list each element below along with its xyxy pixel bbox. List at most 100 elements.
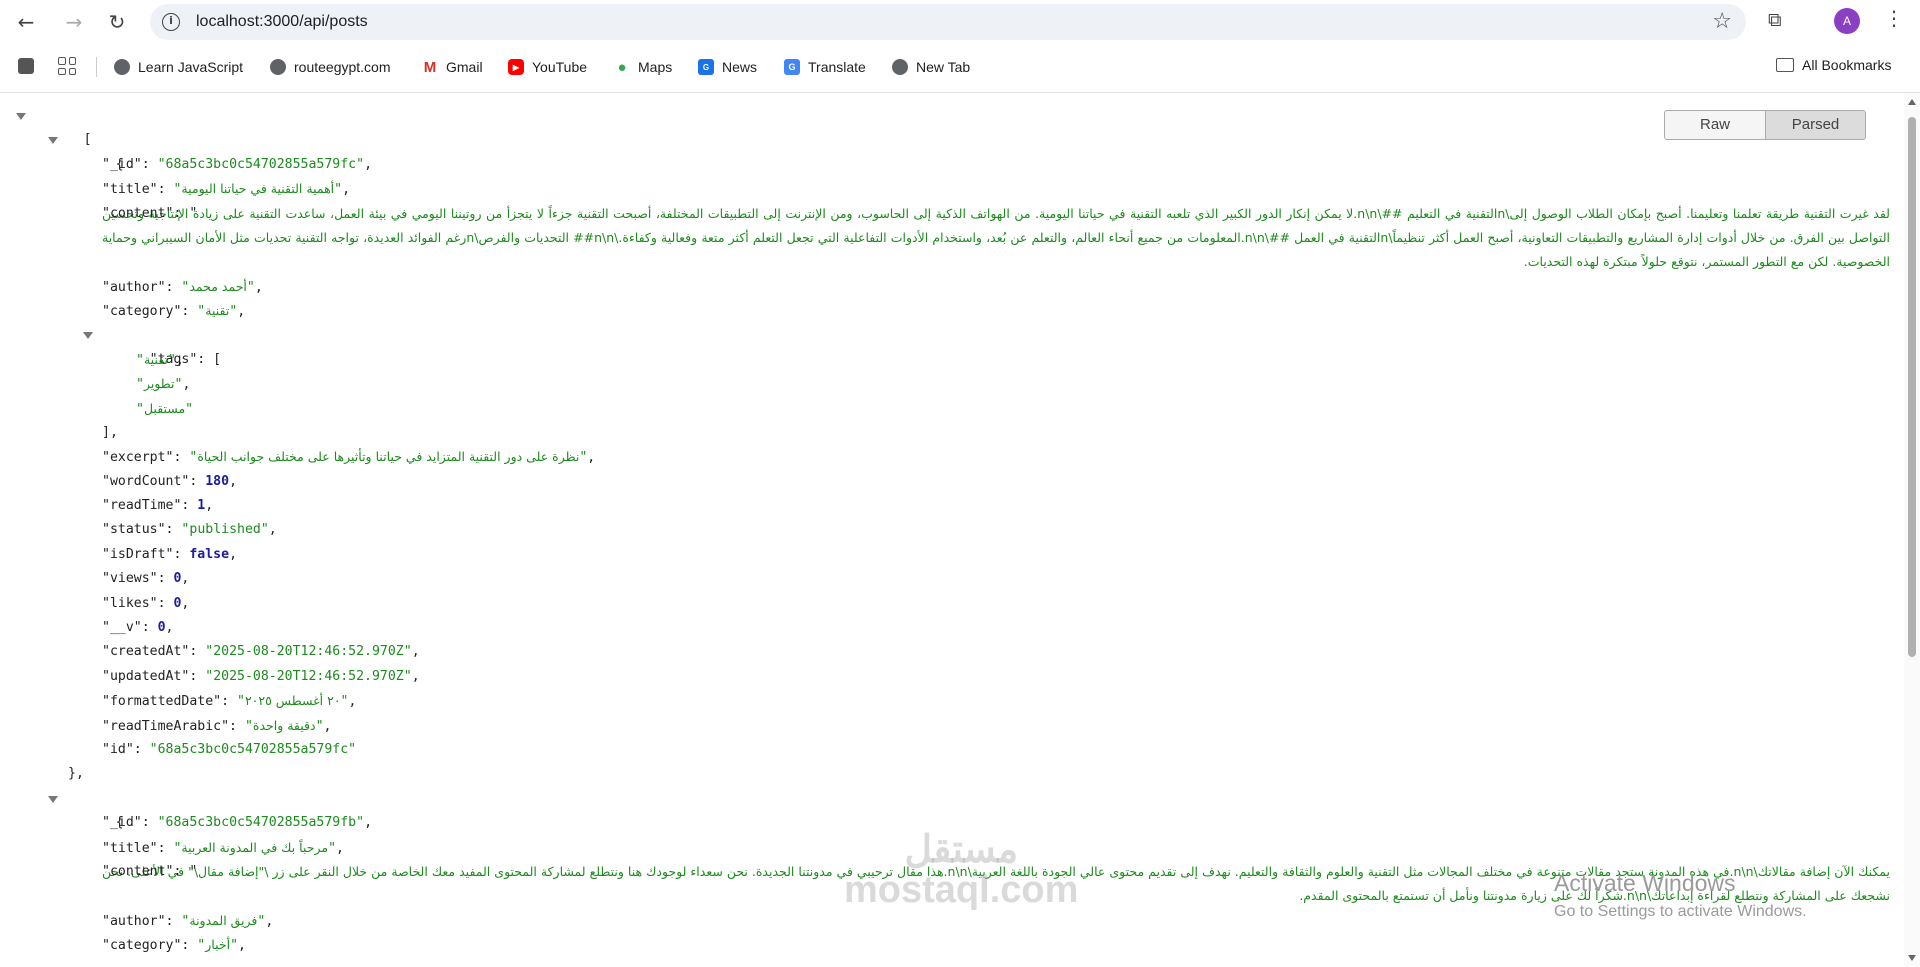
page-scrollbar[interactable]	[1904, 93, 1920, 967]
bookmark-label: Learn JavaScript	[138, 59, 244, 75]
value: دقيقة واحدة	[252, 717, 316, 733]
json-field-title: "title": "أهمية التقنية في حياتنا اليومي…	[102, 181, 351, 198]
collapse-arrow-icon[interactable]	[48, 795, 58, 803]
value: تطوير	[143, 376, 175, 392]
bookmark-label: News	[722, 59, 758, 75]
json-field-category: "category": "تقنية",	[102, 302, 246, 319]
json-field-author: "author": "أحمد محمد",	[102, 278, 263, 295]
bookmark-label: Gmail	[446, 59, 483, 75]
json-field-status: "status": "published",	[102, 522, 277, 538]
json-field-wordCount: "wordCount": 180,	[102, 473, 238, 489]
value: 68a5c3bc0c54702855a579fb	[165, 815, 357, 831]
json-array-item: "تقنية",	[136, 351, 184, 368]
value: فريق المدونة	[189, 912, 258, 928]
bookmark-label: routeegypt.com	[294, 59, 391, 75]
bookmarks-divider	[96, 57, 97, 77]
bookmark-label: Translate	[808, 59, 866, 75]
more-menu-icon[interactable]: ⋮	[1884, 6, 1904, 30]
bookmark-learn-javascript[interactable]: Learn JavaScript	[114, 57, 243, 77]
json-field-content: "content": " لقد غيرت التقنية طريقة تعلم…	[0, 202, 1904, 275]
value: نظرة على دور التقنية المتزايد في حياتنا …	[197, 449, 580, 465]
bookmark-label: YouTube	[532, 59, 588, 75]
collapse-arrow-icon[interactable]	[48, 137, 58, 145]
news-icon: G	[698, 59, 714, 75]
activate-windows-overlay: Activate Windows Go to Settings to activ…	[1554, 870, 1807, 921]
all-bookmarks-button[interactable]: All Bookmarks	[1776, 57, 1891, 73]
value: لقد غيرت التقنية طريقة تعلمنا وتعليمنا. …	[102, 205, 1890, 270]
json-field-formattedDate: "formattedDate": "٢٠ أغسطس ٢٠٢٥",	[102, 693, 357, 710]
activate-windows-title: Activate Windows	[1554, 870, 1736, 896]
apps-grid-icon[interactable]	[58, 57, 76, 75]
json-field-readTime: "readTime": 1,	[102, 498, 214, 514]
value: 2025-08-20T12:46:52.970Z	[213, 668, 404, 684]
site-info-icon[interactable]: i	[162, 13, 180, 31]
value: أهمية التقنية في حياتنا اليومية	[181, 181, 335, 197]
address-bar[interactable]: i localhost:3000/api/posts ☆	[150, 4, 1746, 40]
side-panel-icon[interactable]	[18, 58, 34, 74]
value: أحمد محمد	[189, 278, 247, 294]
json-field-updatedAt: "updatedAt": "2025-08-20T12:46:52.970Z",	[102, 668, 420, 684]
bookmark-news[interactable]: G News	[698, 57, 757, 77]
scroll-up-arrow-icon[interactable]	[1908, 99, 1916, 105]
json-field-_id: "_id": "68a5c3bc0c54702855a579fc",	[102, 156, 373, 172]
json-array-item: "مستقبل"	[136, 400, 194, 417]
json-object-close: },	[68, 766, 84, 782]
scroll-down-arrow-icon[interactable]	[1908, 955, 1916, 961]
watermark-line1: مستقل	[904, 829, 1019, 871]
url-text[interactable]: localhost:3000/api/posts	[196, 13, 368, 31]
json-field-category: "category": "أخبار",	[102, 937, 246, 954]
json-field-isDraft: "isDraft": false,	[102, 546, 238, 562]
json-object-open: {	[0, 128, 1904, 172]
json-array-item: "تطوير",	[136, 376, 191, 393]
value: ٢٠ أغسطس ٢٠٢٥	[244, 693, 341, 709]
bookmark-youtube[interactable]: ▶ YouTube	[508, 57, 587, 77]
watermark-line2: mostaql.com	[844, 869, 1079, 911]
translate-icon: G	[784, 59, 800, 75]
bookmark-star-icon[interactable]: ☆	[1712, 9, 1732, 34]
scrollbar-thumb[interactable]	[1908, 117, 1916, 657]
collapse-arrow-icon[interactable]	[16, 113, 26, 120]
value: 2025-08-20T12:46:52.970Z	[213, 644, 404, 660]
bookmark-translate[interactable]: G Translate	[784, 57, 866, 77]
bookmarks-bar: Learn JavaScript routeegypt.com M Gmail …	[0, 50, 1920, 84]
json-field-readTimeArabic: "readTimeArabic": "دقيقة واحدة",	[102, 717, 332, 734]
value: تقنية	[205, 302, 230, 318]
json-field-excerpt: "excerpt": "نظرة على دور التقنية المتزاي…	[102, 449, 596, 466]
watermark-logo: مستقل mostaql.com	[844, 830, 1078, 910]
globe-icon	[114, 59, 130, 75]
youtube-icon: ▶	[508, 59, 524, 75]
maps-icon: ●	[617, 58, 627, 76]
collapse-arrow-icon[interactable]	[83, 332, 93, 340]
value: تقنية	[143, 351, 169, 367]
value: false	[189, 546, 230, 562]
all-bookmarks-label: All Bookmarks	[1802, 57, 1892, 73]
value: 68a5c3bc0c54702855a579fc	[165, 156, 357, 172]
value: 68a5c3bc0c54702855a579fc	[157, 741, 349, 757]
json-array-close: ],	[102, 424, 118, 440]
bookmark-routeegypt[interactable]: routeegypt.com	[270, 57, 391, 77]
back-arrow-icon[interactable]: ←	[12, 8, 40, 36]
gmail-icon: M	[423, 58, 437, 76]
json-root-open: [	[0, 104, 1904, 147]
bookmark-new-tab[interactable]: New Tab	[892, 57, 970, 77]
bookmark-label: New Tab	[916, 59, 971, 75]
bookmark-label: Maps	[638, 59, 673, 75]
globe-icon	[892, 59, 908, 75]
value: 0	[157, 620, 166, 636]
extensions-puzzle-icon[interactable]: ⧉	[1768, 9, 1792, 33]
value: مستقبل	[143, 400, 186, 416]
browser-toolbar: ← → ↻ i localhost:3000/api/posts ☆ ⧉ A ⋮	[0, 0, 1920, 44]
json-field-tags: "tags": [	[0, 958, 1904, 967]
profile-avatar[interactable]: A	[1834, 8, 1860, 34]
value: مرحباً بك في المدونة العربية	[181, 839, 329, 855]
value: 180	[205, 473, 230, 489]
json-field-views: "views": 0,	[102, 571, 190, 587]
bookmark-gmail[interactable]: M Gmail	[422, 57, 483, 77]
json-field-createdAt: "createdAt": "2025-08-20T12:46:52.970Z",	[102, 644, 420, 660]
value: published	[189, 522, 261, 538]
globe-icon	[270, 59, 286, 75]
reload-icon[interactable]: ↻	[103, 8, 131, 36]
forward-arrow-icon[interactable]: →	[60, 8, 88, 36]
activate-windows-subtitle: Go to Settings to activate Windows.	[1554, 903, 1807, 920]
bookmark-maps[interactable]: ● Maps	[614, 57, 672, 77]
